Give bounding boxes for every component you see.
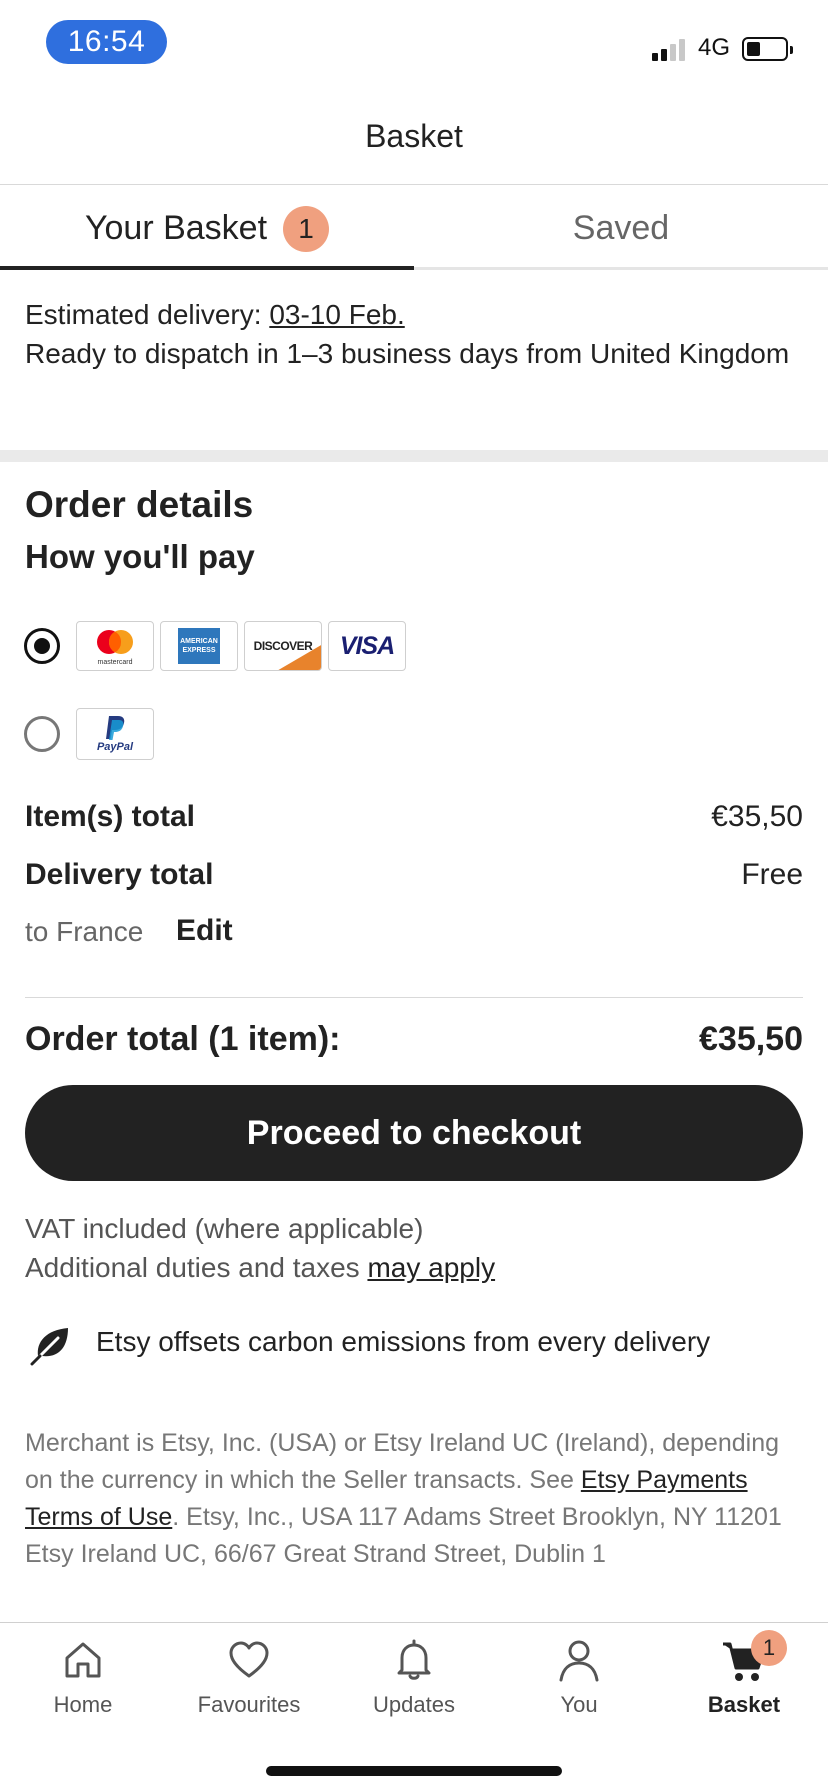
active-tab-indicator xyxy=(0,266,414,270)
delivery-info: Estimated delivery: 03-10 Feb. Ready to … xyxy=(25,295,805,373)
home-indicator[interactable] xyxy=(266,1766,562,1776)
tab-track xyxy=(414,267,828,270)
paypal-icon: PayPal xyxy=(76,708,154,760)
american-express-icon: AMERICAN EXPRESS xyxy=(160,621,238,671)
order-total-label: Order total (1 item): xyxy=(25,1020,341,1058)
delivery-total-value: Free xyxy=(741,858,803,891)
order-total-value: €35,50 xyxy=(699,1020,803,1058)
items-total-label: Item(s) total xyxy=(25,800,196,833)
nav-home[interactable]: Home xyxy=(0,1636,166,1726)
nav-updates-label: Updates xyxy=(373,1692,455,1717)
totals-divider xyxy=(25,997,803,998)
card-payment-radio[interactable] xyxy=(24,628,60,664)
cart-count-badge: 1 xyxy=(751,1630,787,1666)
mastercard-icon: mastercard xyxy=(76,621,154,671)
basket-count-badge: 1 xyxy=(283,205,330,252)
basket-tabs: Your Basket 1 Saved xyxy=(0,185,828,272)
how-you-pay-heading: How you'll pay xyxy=(25,538,255,575)
nav-you-label: You xyxy=(560,1692,598,1717)
order-details-heading: Order details xyxy=(25,484,254,525)
tab-saved[interactable]: Saved xyxy=(414,185,828,272)
nav-updates[interactable]: Updates xyxy=(331,1636,497,1726)
may-apply-link[interactable]: may apply xyxy=(367,1252,495,1283)
items-total-value: €35,50 xyxy=(711,800,803,833)
nav-favourites-label: Favourites xyxy=(197,1692,301,1717)
home-icon xyxy=(65,1642,101,1678)
carbon-offset-note: Etsy offsets carbon emissions from every… xyxy=(96,1326,711,1357)
tab-your-basket-label: Your Basket xyxy=(84,209,268,247)
user-icon xyxy=(559,1640,599,1682)
tax-info: VAT included (where applicable) Addition… xyxy=(25,1209,495,1287)
nav-basket[interactable]: 1 Basket xyxy=(661,1630,827,1726)
page-title: Basket xyxy=(365,118,463,154)
nav-basket-label: Basket xyxy=(707,1692,781,1717)
proceed-to-checkout-button[interactable]: Proceed to checkout xyxy=(25,1085,803,1181)
bottom-nav-divider xyxy=(0,1622,828,1623)
status-time: 16:54 xyxy=(46,20,167,64)
dispatch-info: Ready to dispatch in 1–3 business days f… xyxy=(25,338,790,369)
tab-your-basket[interactable]: Your Basket 1 xyxy=(0,185,414,272)
leaf-icon xyxy=(30,1328,68,1366)
discover-icon: DISCOVER xyxy=(244,621,322,671)
delivery-total-label: Delivery total xyxy=(25,858,214,891)
battery-icon xyxy=(742,37,793,61)
duties-note: Additional duties and taxes xyxy=(25,1252,368,1283)
bell-icon xyxy=(397,1639,431,1680)
legal-text: Merchant is Etsy, Inc. (USA) or Etsy Ire… xyxy=(25,1429,782,1568)
paypal-payment-radio[interactable] xyxy=(24,716,60,752)
visa-icon: VISA xyxy=(328,621,406,671)
nav-home-label: Home xyxy=(53,1692,113,1717)
status-bar: 16:54 4G xyxy=(0,0,828,88)
signal-icon xyxy=(652,37,685,61)
estimated-delivery-dates[interactable]: 03-10 Feb. xyxy=(269,299,404,330)
tab-saved-label: Saved xyxy=(572,209,670,247)
network-type: 4G xyxy=(698,34,731,61)
nav-favourites[interactable]: Favourites xyxy=(166,1636,332,1726)
nav-you[interactable]: You xyxy=(496,1636,662,1726)
vat-note: VAT included (where applicable) xyxy=(25,1213,424,1244)
edit-destination-link[interactable]: Edit xyxy=(176,914,233,948)
estimated-delivery-label: Estimated delivery: xyxy=(25,299,270,330)
delivery-destination: to France xyxy=(25,916,144,947)
section-divider xyxy=(0,450,828,462)
heart-icon xyxy=(229,1641,269,1678)
